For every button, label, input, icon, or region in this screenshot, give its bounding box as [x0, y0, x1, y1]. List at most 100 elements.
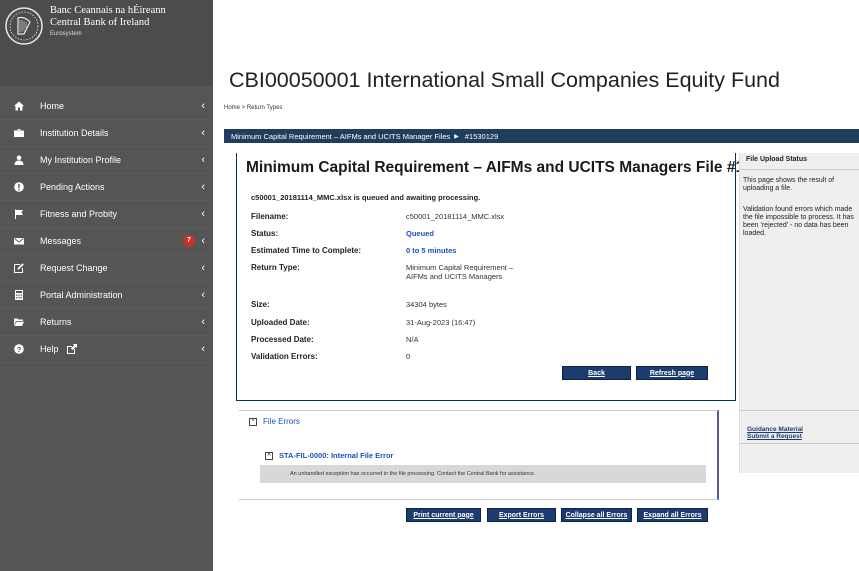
- sidebar-nav: Home ‹ Institution Details ‹ My Institut…: [0, 93, 213, 363]
- sidebar-item-request-change[interactable]: Request Change ‹: [0, 255, 213, 282]
- detail-value: c50001_20181114_MMC.xlsx: [406, 212, 505, 221]
- print-current-page-button[interactable]: Print current page: [406, 508, 481, 522]
- flag-icon: [12, 209, 26, 219]
- side-panel-text: Validation found errors which made the f…: [743, 206, 854, 237]
- status-value: Queued: [406, 229, 434, 238]
- file-errors-toggle[interactable]: ^ File Errors: [249, 417, 300, 426]
- estimated-time-value: 0 to 5 minutes: [406, 246, 457, 255]
- sidebar-item-portal-administration[interactable]: Portal Administration ‹: [0, 282, 213, 309]
- navbar-section-link[interactable]: Minimum Capital Requirement – AIFMs and …: [231, 132, 450, 141]
- sidebar-item-label: Institution Details: [40, 128, 109, 138]
- detail-row-uploaded-date: Uploaded Date: 31-Aug-2023 (16:47): [251, 318, 721, 330]
- chevron-left-icon: ‹: [201, 343, 205, 355]
- caret-right-icon: ▶: [454, 133, 459, 140]
- sidebar-item-label: My Institution Profile: [40, 155, 122, 165]
- user-icon: [12, 155, 26, 165]
- harp-seal-icon: [5, 7, 43, 45]
- collapse-icon: ^: [265, 452, 273, 461]
- sidebar-item-returns[interactable]: Returns ‹: [0, 309, 213, 336]
- sidebar-item-label: Request Change: [40, 263, 108, 273]
- detail-label: Estimated Time to Complete:: [251, 246, 362, 255]
- chevron-left-icon: ‹: [201, 181, 205, 193]
- sidebar-item-label: Returns: [40, 317, 72, 327]
- page-title: CBI00050001 International Small Companie…: [229, 68, 780, 92]
- navbar-file-id: #1530129: [464, 131, 499, 141]
- detail-value: 31-Aug-2023 (16:47): [406, 318, 476, 327]
- detail-label: Uploaded Date:: [251, 318, 310, 327]
- logo-english-name: Central Bank of Ireland: [50, 17, 150, 28]
- detail-row-status: Status: Queued: [251, 229, 721, 241]
- chevron-left-icon: ‹: [201, 208, 205, 220]
- detail-row-filename: Filename: c50001_20181114_MMC.xlsx: [251, 212, 721, 224]
- error-item-toggle[interactable]: ^ STA-FIL-0000: Internal File Error: [265, 451, 394, 461]
- sidebar-item-help[interactable]: ? Help ‹: [0, 336, 213, 363]
- back-button[interactable]: Back: [562, 366, 631, 380]
- sidebar-item-label: Home: [40, 101, 65, 111]
- chevron-left-icon: ‹: [201, 154, 205, 166]
- chevron-left-icon: ‹: [201, 289, 205, 301]
- sidebar-item-label: Portal Administration: [40, 290, 123, 300]
- briefcase-icon: [12, 128, 26, 138]
- exclamation-icon: [12, 182, 26, 192]
- detail-value: 34304 bytes: [406, 300, 447, 309]
- svg-text:?: ?: [17, 345, 22, 354]
- collapse-all-errors-button[interactable]: Collapse all Errors: [561, 508, 632, 522]
- sidebar-item-home[interactable]: Home ‹: [0, 93, 213, 120]
- folder-open-icon: [12, 317, 26, 327]
- messages-count-badge: 7: [183, 235, 195, 247]
- logo-subtitle: Eurosystem: [50, 31, 82, 37]
- side-panel-links: Guidance Material Submit a Request: [747, 426, 803, 440]
- chevron-left-icon: ‹: [201, 235, 205, 247]
- detail-value: 0: [406, 352, 411, 361]
- envelope-icon: [12, 236, 26, 246]
- detail-row-estimated-time: Estimated Time to Complete: 0 to 5 minut…: [251, 246, 721, 258]
- error-message: An unhandled exception has occurred in t…: [260, 465, 706, 483]
- side-panel-text: This page shows the result of uploading …: [743, 177, 835, 192]
- detail-label: Status:: [251, 229, 279, 238]
- sidebar-item-label: Fitness and Probity: [40, 209, 118, 219]
- sidebar-item-label: Pending Actions: [40, 182, 105, 192]
- sidebar-item-label: Messages: [40, 236, 82, 246]
- file-errors-header: File Errors: [263, 417, 300, 426]
- export-errors-button[interactable]: Export Errors: [487, 508, 556, 522]
- sidebar-item-messages[interactable]: Messages 7 ‹: [0, 228, 213, 255]
- home-icon: [12, 101, 26, 111]
- chevron-left-icon: ‹: [201, 316, 205, 328]
- refresh-page-button[interactable]: Refresh page: [636, 366, 708, 380]
- detail-row-processed-date: Processed Date: N/A: [251, 335, 721, 347]
- chevron-left-icon: ‹: [201, 262, 205, 274]
- question-icon: ?: [12, 344, 26, 354]
- detail-label: Size:: [251, 300, 270, 309]
- error-message-text: An unhandled exception has occurred in t…: [290, 471, 536, 477]
- calculator-icon: [12, 290, 26, 300]
- file-details-panel: Minimum Capital Requirement – AIFMs and …: [236, 153, 796, 401]
- sidebar-item-my-institution-profile[interactable]: My Institution Profile ‹: [0, 147, 213, 174]
- chevron-left-icon: ‹: [201, 127, 205, 139]
- divider: [740, 169, 859, 170]
- collapse-icon: ^: [249, 417, 257, 426]
- sidebar: Banc Ceannais na hÉireann Central Bank o…: [0, 0, 213, 571]
- detail-label: Filename:: [251, 212, 289, 221]
- sidebar-item-institution-details[interactable]: Institution Details ‹: [0, 120, 213, 147]
- logo[interactable]: Banc Ceannais na hÉireann Central Bank o…: [0, 0, 213, 86]
- logo-irish-name: Banc Ceannais na hÉireann: [50, 5, 166, 16]
- guidance-material-link[interactable]: Guidance Material: [747, 426, 803, 433]
- section-navbar: Minimum Capital Requirement – AIFMs and …: [224, 129, 859, 143]
- sidebar-item-pending-actions[interactable]: Pending Actions ‹: [0, 174, 213, 201]
- detail-label: Validation Errors:: [251, 352, 318, 361]
- detail-row-size: Size: 34304 bytes: [251, 300, 721, 312]
- submit-a-request-link[interactable]: Submit a Request: [747, 433, 803, 440]
- expand-all-errors-button[interactable]: Expand all Errors: [637, 508, 708, 522]
- detail-row-return-type: Return Type: Minimum Capital Requirement…: [251, 263, 721, 297]
- breadcrumb[interactable]: Home > Return Types: [224, 105, 282, 111]
- side-panel-title: File Upload Status: [746, 156, 808, 163]
- edit-icon: [12, 263, 26, 273]
- sidebar-item-label: Help: [40, 344, 59, 354]
- error-code: STA-FIL-0000: Internal File Error: [279, 451, 394, 460]
- queued-message: c50001_20181114_MMC.xlsx is queued and a…: [251, 193, 481, 202]
- detail-label: Return Type:: [251, 263, 300, 272]
- external-link-icon: [66, 344, 77, 354]
- sidebar-item-fitness-and-probity[interactable]: Fitness and Probity ‹: [0, 201, 213, 228]
- divider: [740, 410, 859, 411]
- help-side-panel: File Upload Status This page shows the r…: [739, 153, 859, 473]
